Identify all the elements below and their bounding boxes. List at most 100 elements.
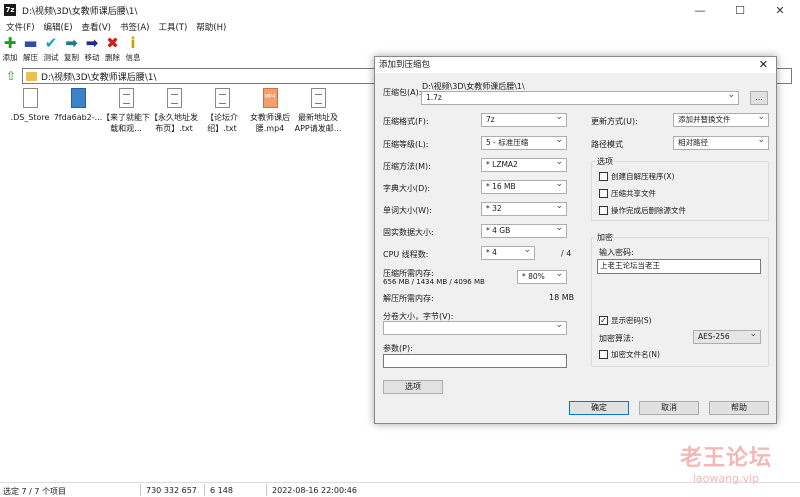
menu-help[interactable]: 帮助(H)	[196, 21, 226, 33]
mem-percent-value: * 80%	[522, 272, 545, 281]
browse-button[interactable]: ...	[750, 91, 768, 105]
toolbar-button-6[interactable]: i 信息	[123, 35, 143, 65]
word-select[interactable]: * 32	[481, 200, 567, 216]
delete-checkbox[interactable]: 操作完成后删除源文件	[599, 205, 686, 216]
mem-percent-select[interactable]: * 80%	[517, 268, 567, 284]
enc-method-select[interactable]: AES-256	[693, 328, 761, 344]
options-button[interactable]: 选项	[383, 380, 443, 394]
file-name: 最新地址及APP请发邮...	[294, 113, 342, 133]
menu-edit[interactable]: 编辑(E)	[44, 21, 73, 33]
status-divider	[140, 484, 141, 496]
encrypt-names-checkbox-box	[599, 350, 608, 359]
address-path: D:\视频\3D\女教师课后腰\1\	[41, 72, 157, 83]
format-label: 压缩格式(F):	[383, 117, 429, 126]
shared-checkbox-box	[599, 189, 608, 198]
toolbar-label: 删除	[105, 53, 120, 62]
solid-select[interactable]: * 4 GB	[481, 222, 567, 238]
dict-select[interactable]: * 16 MB	[481, 178, 567, 194]
file-item[interactable]: 最新地址及APP请发邮...	[294, 88, 342, 134]
status-date: 2022-08-16 22:00:46	[272, 486, 357, 495]
path-select[interactable]: 相对路径	[673, 134, 769, 150]
toolbar-button-2[interactable]: ✔ 测试	[41, 35, 61, 65]
file-name: 【永久地址发布页】.txt	[150, 113, 198, 133]
password-input[interactable]: 上老王论坛当老王	[597, 259, 761, 274]
file-name: .DS_Store	[10, 113, 50, 122]
level-select[interactable]: 5 - 标准压缩	[481, 134, 567, 150]
encrypt-names-checkbox[interactable]: 加密文件名(N)	[599, 349, 660, 360]
file-item[interactable]: .DS_Store	[6, 88, 54, 123]
sfx-checkbox-box	[599, 172, 608, 181]
dialog-close-icon[interactable]: ✕	[759, 57, 768, 73]
threads-select[interactable]: * 4	[481, 244, 535, 260]
file-item[interactable]: 【论坛介绍】.txt	[198, 88, 246, 134]
shared-checkbox[interactable]: 压缩共享文件	[599, 188, 656, 199]
status-divider	[266, 484, 267, 496]
copy-arrow-icon: ➡	[65, 34, 78, 52]
watermark-title: 老王论坛	[680, 446, 773, 471]
toolbar: ✚ 添加 ▬ 解压 ✔ 测试 ➡ 复制 ➡ 移动 ✖ 删除 i 信息	[0, 35, 144, 65]
toolbar-label: 复制	[64, 53, 79, 62]
menu-tools[interactable]: 工具(T)	[158, 21, 187, 33]
status-divider	[204, 484, 205, 496]
method-select[interactable]: * LZMA2	[481, 156, 567, 172]
update-select[interactable]: 添加并替换文件	[673, 111, 769, 127]
up-folder-icon[interactable]: ⇧	[4, 69, 18, 83]
plus-icon: ✚	[3, 34, 17, 52]
threads-total: / 4	[561, 249, 572, 258]
minimize-icon[interactable]: —	[680, 0, 720, 20]
toolbar-button-0[interactable]: ✚ 添加	[0, 35, 20, 65]
path-label: 路径模式	[591, 140, 623, 149]
ok-button[interactable]: 确定	[569, 401, 629, 415]
format-select[interactable]: 7z	[481, 111, 567, 127]
file-item[interactable]: 【来了就能下载和观...	[102, 88, 150, 134]
app-7z-icon: 7z	[4, 4, 16, 16]
params-input[interactable]	[383, 354, 567, 368]
file-name: 7fda6ab2-...	[53, 113, 103, 122]
show-password-checkbox[interactable]: ✓ 显示密码(S)	[599, 315, 652, 326]
sfx-checkbox[interactable]: 创建自解压程序(X)	[599, 171, 675, 182]
video-file-icon: MP4	[262, 88, 278, 108]
toolbar-button-3[interactable]: ➡ 复制	[62, 35, 82, 65]
info-icon: i	[130, 34, 136, 52]
maximize-icon[interactable]: ☐	[720, 0, 760, 20]
word-label: 单词大小(W):	[383, 206, 432, 215]
toolbar-button-5[interactable]: ✖ 删除	[103, 35, 123, 65]
window-titlebar: 7z D:\视频\3D\女教师课后腰\1\ — ☐ ✕	[0, 0, 800, 20]
enc-method-value: AES-256	[698, 332, 730, 341]
archive-label: 压缩包(A):	[383, 88, 422, 97]
archive-name-combo[interactable]: 1.7z	[421, 89, 739, 105]
help-button[interactable]: 帮助	[709, 401, 769, 415]
file-item[interactable]: MP4 女教师课后腰.mp4	[246, 88, 294, 134]
file-icon	[22, 88, 38, 108]
text-file-icon	[214, 88, 230, 108]
image-file-icon	[70, 88, 86, 108]
dict-value: * 16 MB	[486, 182, 516, 191]
cancel-button[interactable]: 取消	[639, 401, 699, 415]
split-select[interactable]	[383, 319, 567, 335]
move-arrow-icon: ➡	[85, 34, 99, 52]
delete-checkbox-box	[599, 206, 608, 215]
check-icon: ✔	[44, 34, 58, 52]
options-group-title: 选项	[595, 156, 615, 167]
toolbar-button-4[interactable]: ➡ 移动	[82, 35, 102, 65]
delete-x-icon: ✖	[106, 34, 119, 52]
status-packed: 6 148	[210, 486, 233, 495]
shared-checkbox-label: 压缩共享文件	[611, 189, 656, 198]
status-selected: 选定 7 / 7 个项目	[3, 487, 67, 496]
file-item[interactable]: 7fda6ab2-...	[54, 88, 102, 123]
update-value: 添加并替换文件	[678, 115, 731, 124]
menu-file[interactable]: 文件(F)	[6, 21, 35, 33]
close-icon[interactable]: ✕	[760, 0, 800, 20]
toolbar-label: 测试	[43, 53, 59, 62]
delete-checkbox-label: 操作完成后删除源文件	[611, 206, 686, 215]
format-value: 7z	[486, 115, 495, 124]
menu-bookmarks[interactable]: 书签(A)	[120, 21, 149, 33]
toolbar-label: 信息	[125, 53, 141, 62]
encrypt-names-label: 加密文件名(N)	[611, 350, 660, 359]
file-item[interactable]: 【永久地址发布页】.txt	[150, 88, 198, 134]
menu-view[interactable]: 查看(V)	[82, 21, 111, 33]
show-password-checkbox-box: ✓	[599, 316, 608, 325]
toolbar-label: 移动	[84, 53, 100, 62]
toolbar-button-1[interactable]: ▬ 解压	[21, 35, 41, 65]
mem-values: 656 MB / 1434 MB / 4096 MB	[383, 278, 485, 286]
